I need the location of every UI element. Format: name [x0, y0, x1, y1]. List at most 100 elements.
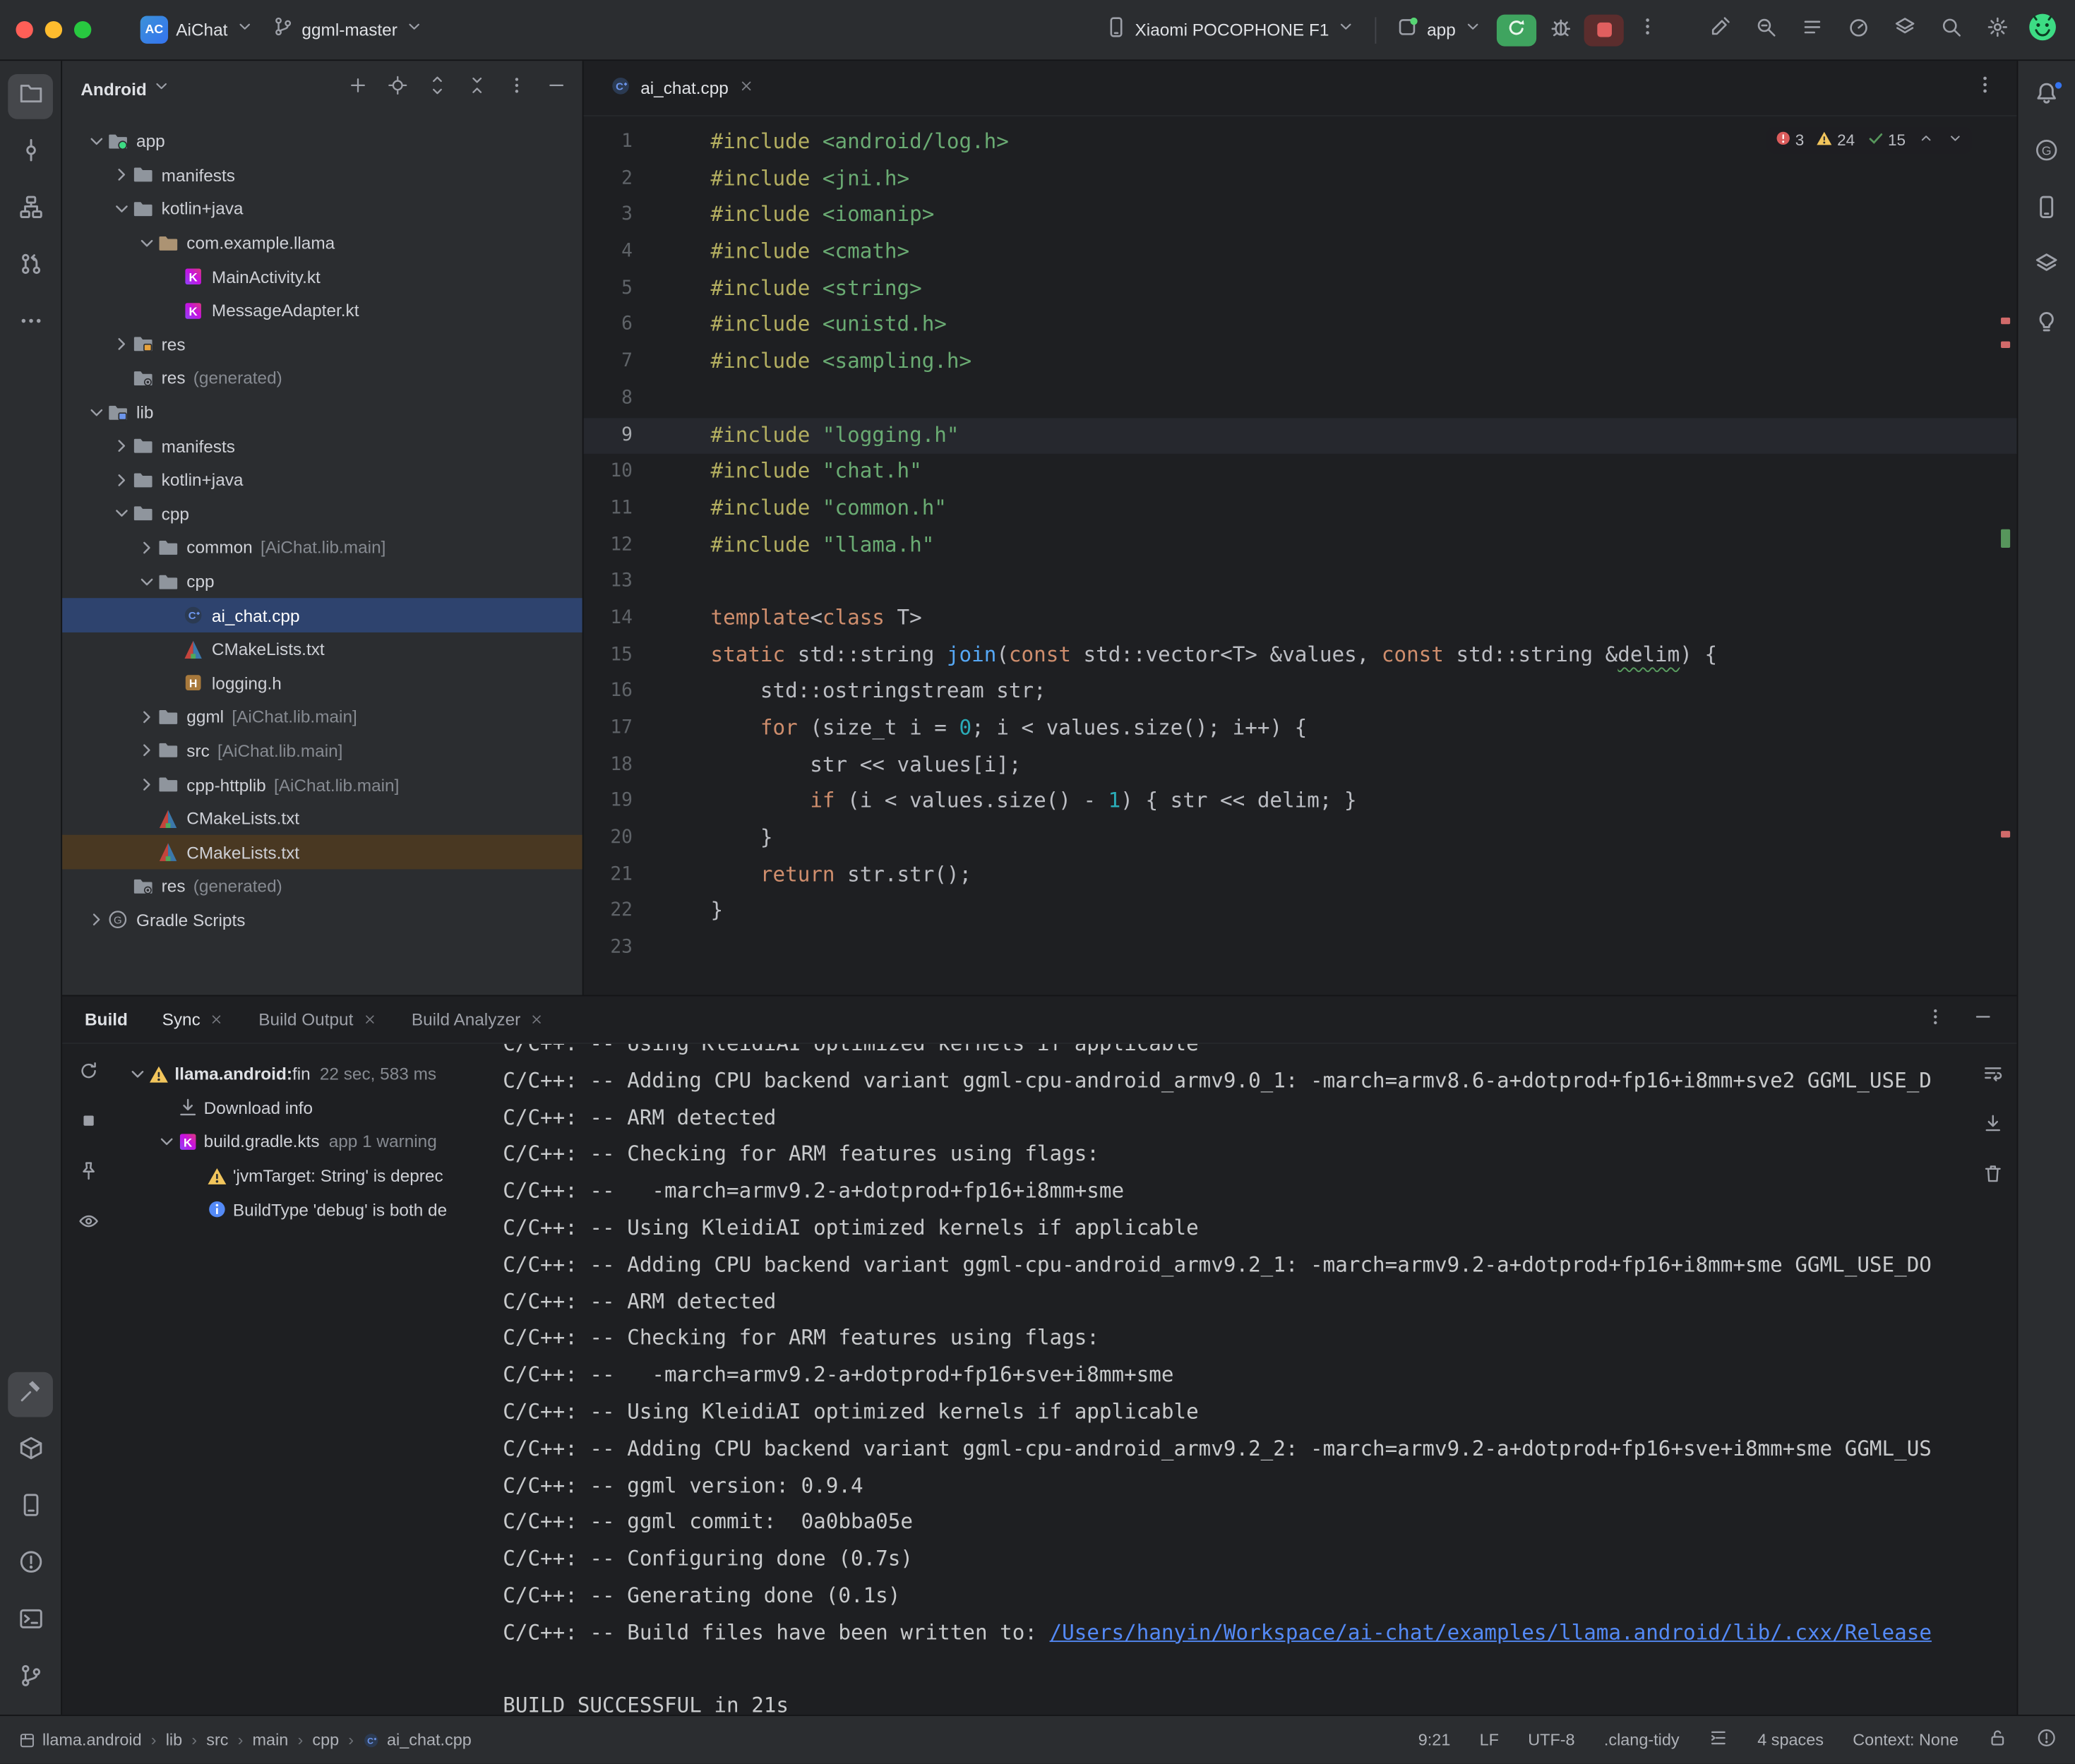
code-editor[interactable]: 1#include <android/log.h>2#include <jni.…	[584, 116, 2017, 995]
branch-selector[interactable]: ggml-master	[263, 11, 433, 49]
code-line[interactable]: 5#include <string>	[584, 271, 2017, 308]
build-tree-row[interactable]: llama.android: fin22 sec, 583 ms	[115, 1057, 503, 1091]
code-line[interactable]: 12#include "llama.h"	[584, 527, 2017, 564]
dependencies-toolwindow-button[interactable]	[8, 1429, 53, 1475]
tree-chevron-icon[interactable]	[110, 469, 133, 491]
project-tree-row[interactable]: cpp	[62, 565, 582, 599]
build-tree-row[interactable]: Download info	[115, 1091, 503, 1125]
caret-position[interactable]: 9:21	[1418, 1731, 1451, 1749]
loc ate-file-button[interactable]	[381, 73, 413, 104]
device-manager-toolwindow-button[interactable]	[2024, 188, 2069, 233]
more-run-actions-button[interactable]	[1629, 11, 1666, 48]
project-tree-row[interactable]: lib	[62, 395, 582, 429]
tree-chevron-icon[interactable]	[110, 164, 133, 186]
profile-button[interactable]	[2025, 13, 2059, 47]
build-panel-title[interactable]: Build	[85, 1009, 128, 1029]
inspections-widget[interactable]: 3 24 15	[1766, 127, 1972, 153]
build-toolwindow-button[interactable]	[8, 1372, 53, 1417]
build-tree-row[interactable]: 'jvmTarget: String' is deprec	[115, 1159, 503, 1193]
build-tab-build-output[interactable]: Build Output	[258, 996, 377, 1043]
collapse-all-button[interactable]	[460, 73, 492, 104]
tree-chevron-icon[interactable]	[126, 1064, 148, 1085]
search-everywhere-button[interactable]	[1747, 11, 1783, 48]
scroll-to-end-button[interactable]	[1975, 1108, 2011, 1144]
project-tree-row[interactable]: GGradle Scripts	[62, 904, 582, 937]
code-line[interactable]: 20 }	[584, 820, 2017, 857]
project-tree-row[interactable]: res	[62, 328, 582, 361]
code-line[interactable]: 8	[584, 380, 2017, 417]
close-tab-button[interactable]	[738, 78, 753, 98]
run-configuration-selector[interactable]: app	[1387, 10, 1492, 49]
clear-console-button[interactable]	[1975, 1158, 2011, 1194]
rerun-app-button[interactable]	[1497, 14, 1536, 46]
project-tree-row[interactable]: KMainActivity.kt	[62, 260, 582, 294]
code-line[interactable]: 14template<class T>	[584, 601, 2017, 637]
code-line[interactable]: 9#include "logging.h"	[584, 417, 2017, 454]
filter-messages-button[interactable]	[70, 1206, 107, 1242]
stop-app-button[interactable]	[1584, 14, 1624, 46]
editor-tab[interactable]: C ai_chat.cpp	[594, 61, 770, 115]
problems-toolwindow-button[interactable]	[8, 1543, 53, 1588]
project-tree-row[interactable]: KMessageAdapter.kt	[62, 294, 582, 328]
chevron-down-icon[interactable]	[152, 76, 170, 102]
project-toolwindow-button[interactable]	[8, 74, 53, 119]
ai-assistant-button[interactable]	[1701, 11, 1738, 48]
close-window-button[interactable]	[16, 21, 32, 38]
code-line[interactable]: 23	[584, 930, 2017, 967]
tree-chevron-icon[interactable]	[155, 1132, 177, 1153]
profiler-button[interactable]	[1839, 11, 1876, 48]
breadcrumb-item[interactable]: cpp	[312, 1731, 339, 1749]
code-style-widget[interactable]	[1709, 1729, 1728, 1753]
tree-chevron-icon[interactable]	[135, 232, 157, 253]
code-line[interactable]: 21 return str.str();	[584, 857, 2017, 894]
readonly-toggle[interactable]	[1987, 1729, 2007, 1753]
fullscreen-window-button[interactable]	[74, 21, 91, 38]
app-insights-toolwindow-button[interactable]	[2024, 301, 2069, 347]
tree-chevron-icon[interactable]	[135, 707, 157, 728]
project-tree-row[interactable]: CMakeLists.txt	[62, 632, 582, 666]
soft-wrap-button[interactable]	[1975, 1057, 2011, 1094]
code-line[interactable]: 4#include <cmath>	[584, 234, 2017, 271]
previous-issue-button[interactable]	[1918, 130, 1935, 151]
tree-chevron-icon[interactable]	[85, 131, 107, 152]
code-line[interactable]: 3#include <iomanip>	[584, 198, 2017, 234]
running-devices-toolwindow-button[interactable]	[2024, 245, 2069, 290]
breadcrumb-item[interactable]: lib	[166, 1731, 182, 1749]
project-tree-row[interactable]: kotlin+java	[62, 463, 582, 497]
tree-chevron-icon[interactable]	[110, 334, 133, 355]
console-link[interactable]: /Users/hanyin/Workspace/ai-chat/examples…	[1050, 1621, 1932, 1645]
code-line[interactable]: 7#include <sampling.h>	[584, 344, 2017, 381]
tree-chevron-icon[interactable]	[110, 198, 133, 220]
error-stripe-mark[interactable]	[2001, 318, 2010, 324]
search-button[interactable]	[1932, 11, 1969, 48]
code-line[interactable]: 17 for (size_t i = 0; i < values.size();…	[584, 711, 2017, 748]
build-tab-sync[interactable]: Sync	[162, 996, 225, 1043]
project-view-mode[interactable]: Android	[80, 79, 146, 99]
project-tree-row[interactable]: manifests	[62, 429, 582, 463]
terminal-toolwindow-button[interactable]	[8, 1600, 53, 1645]
project-tree-row[interactable]: manifests	[62, 158, 582, 192]
code-line[interactable]: 15static std::string join(const std::vec…	[584, 637, 2017, 674]
minimize-window-button[interactable]	[45, 21, 62, 38]
build-tab-build-analyzer[interactable]: Build Analyzer	[412, 996, 544, 1043]
close-tab-button[interactable]	[530, 1012, 544, 1027]
breadcrumb-item[interactable]: llama.android	[18, 1731, 141, 1749]
tree-chevron-icon[interactable]	[110, 436, 133, 457]
more-toolwindows-button[interactable]	[8, 301, 53, 347]
analyzer-config[interactable]: .clang-tidy	[1604, 1731, 1680, 1749]
build-tree-row[interactable]: BuildType 'debug' is both de	[115, 1193, 503, 1227]
indent-size[interactable]: 4 spaces	[1757, 1731, 1824, 1749]
tree-chevron-icon[interactable]	[85, 402, 107, 423]
build-console[interactable]: C/C++: -- Using KleidiAI optimized kerne…	[503, 1044, 1969, 1715]
structure-toolwindow-button[interactable]	[8, 188, 53, 233]
tree-chevron-icon[interactable]	[110, 503, 133, 524]
debug-button[interactable]	[1542, 11, 1579, 48]
hide-panel-button[interactable]	[540, 73, 572, 104]
settings-button[interactable]	[1978, 11, 2015, 48]
project-tree-row[interactable]: res(generated)	[62, 870, 582, 904]
code-line[interactable]: 13	[584, 564, 2017, 601]
next-issue-button[interactable]	[1947, 130, 1963, 151]
editor-options-button[interactable]	[1966, 69, 2003, 106]
project-selector[interactable]: AC AiChat	[131, 11, 263, 49]
build-options-button[interactable]	[1916, 1001, 1953, 1038]
